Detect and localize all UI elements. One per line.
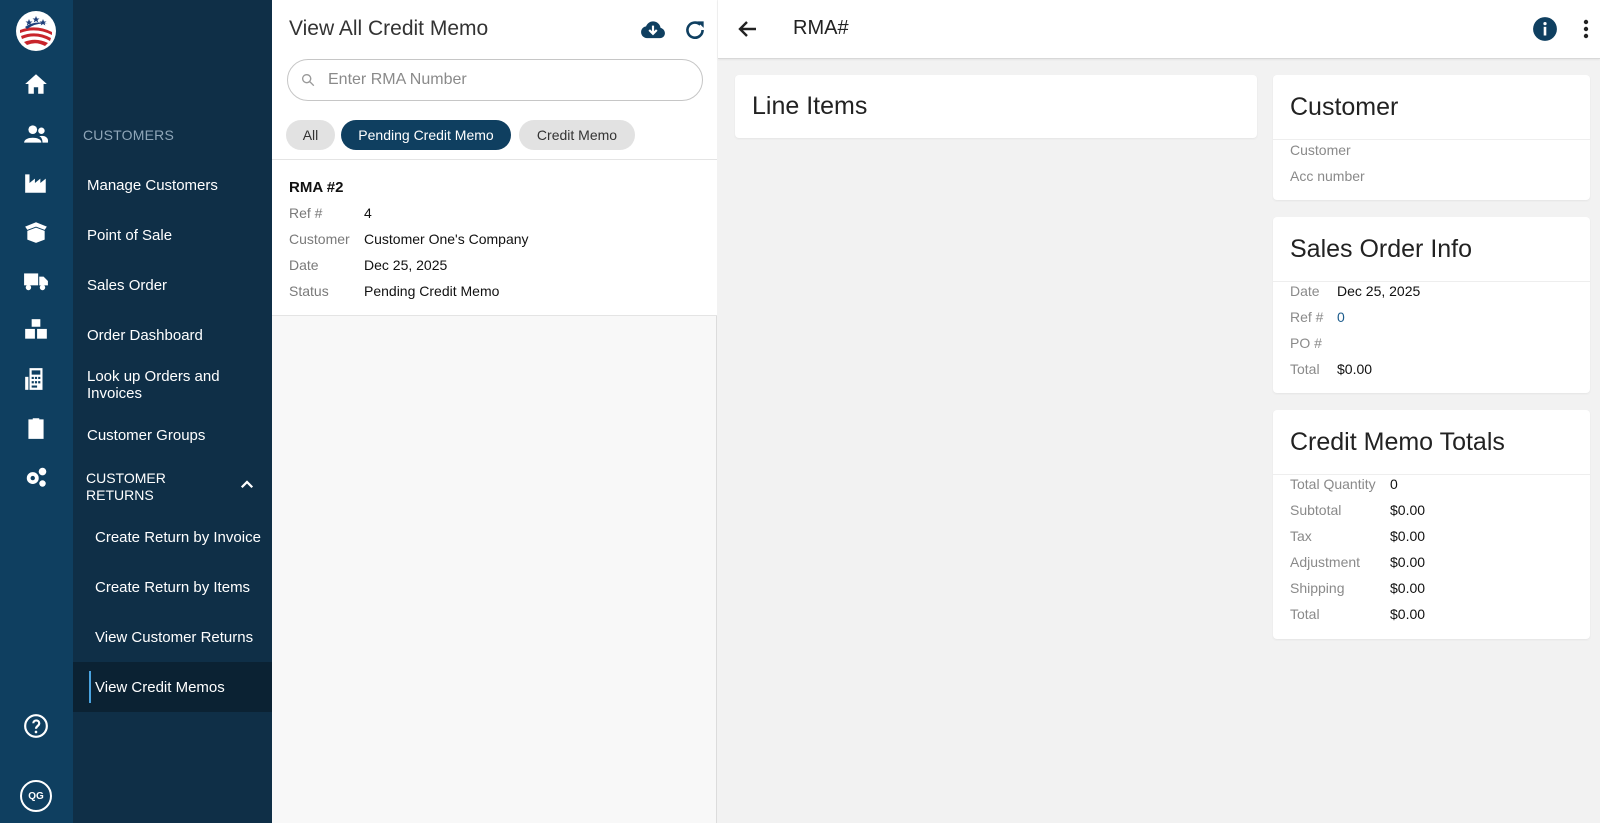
gears-icon[interactable] (20, 463, 52, 491)
field-value: Customer One's Company (364, 231, 529, 247)
divider (1273, 139, 1590, 140)
field-label: Customer (289, 231, 350, 247)
nav-group-label: CUSTOMER RETURNS (86, 470, 166, 503)
shipping-label: Shipping (1290, 580, 1345, 596)
nav-section-customers: CUSTOMERS (83, 127, 174, 143)
grand-total-label: Total (1290, 606, 1320, 622)
home-icon[interactable] (20, 70, 52, 98)
search-icon (301, 73, 315, 87)
subtotal-value: $0.00 (1390, 502, 1426, 518)
nav-item-point-of-sale[interactable]: Point of Sale (87, 227, 267, 244)
nav-item-lookup-orders[interactable]: Look up Orders and Invoices (87, 368, 237, 402)
nav-item-sales-order[interactable]: Sales Order (87, 277, 267, 294)
so-po-label: PO # (1290, 335, 1322, 351)
so-date-label: Date (1290, 283, 1320, 299)
so-ref-label: Ref # (1290, 309, 1324, 325)
divider (1273, 281, 1590, 282)
nav-item-view-customer-returns[interactable]: View Customer Returns (95, 629, 275, 646)
customer-name-label: Customer (1290, 142, 1351, 158)
open-box-icon[interactable] (20, 218, 52, 246)
filter-chip-all[interactable]: All (286, 120, 335, 150)
nav-item-order-dashboard[interactable]: Order Dashboard (87, 327, 267, 344)
sales-order-title: Sales Order Info (1290, 235, 1473, 263)
field-value: Pending Credit Memo (364, 283, 500, 299)
line-items-panel: Line Items (735, 75, 1257, 138)
totals-title: Credit Memo Totals (1290, 428, 1505, 456)
sidebar-nav: CUSTOMERS Manage Customers Point of Sale… (73, 0, 272, 823)
customer-title: Customer (1290, 93, 1399, 121)
credit-memo-list-item[interactable]: RMA #2 Ref # 4 Customer Customer One's C… (272, 160, 717, 316)
nav-item-create-return-invoice[interactable]: Create Return by Invoice (95, 529, 275, 546)
users-icon[interactable] (20, 120, 52, 148)
adjustment-value: $0.00 (1390, 554, 1426, 570)
nav-item-create-return-items[interactable]: Create Return by Items (95, 579, 275, 596)
tax-value: $0.00 (1390, 528, 1426, 544)
field-value: Dec 25, 2025 (364, 257, 448, 273)
detail-header: RMA# (718, 0, 1600, 59)
calculator-icon[interactable] (20, 365, 52, 393)
divider (1273, 474, 1590, 475)
boxes-icon[interactable] (20, 316, 52, 344)
field-label: Status (289, 283, 329, 299)
cloud-download-icon[interactable] (640, 17, 666, 43)
nav-group-customer-returns[interactable]: CUSTOMER RETURNS (73, 462, 272, 510)
field-value: 4 (364, 205, 372, 221)
search-rma-field[interactable] (287, 59, 703, 101)
shipping-value: $0.00 (1390, 580, 1426, 596)
avatar-initials: QG (28, 790, 44, 802)
icon-rail: QG (0, 0, 73, 823)
acc-number-label: Acc number (1290, 168, 1365, 184)
refresh-icon[interactable] (682, 17, 708, 43)
so-total-value: $0.00 (1337, 361, 1373, 377)
help-icon[interactable] (20, 712, 52, 740)
credit-memo-totals-panel: Credit Memo Totals Total Quantity 0 Subt… (1273, 410, 1590, 639)
line-items-title: Line Items (752, 92, 868, 120)
so-ref-link[interactable]: 0 (1337, 309, 1345, 325)
brand-logo-icon[interactable] (15, 10, 57, 52)
search-input[interactable] (328, 69, 688, 91)
nav-item-customer-groups[interactable]: Customer Groups (87, 427, 267, 444)
total-quantity-label: Total Quantity (1290, 476, 1376, 492)
user-avatar[interactable]: QG (20, 780, 52, 812)
detail-title: RMA# (793, 17, 849, 39)
credit-memo-list-panel: View All Credit Memo All Pending Credit … (272, 0, 717, 823)
clipboard-icon[interactable] (20, 414, 52, 442)
grand-total-value: $0.00 (1390, 606, 1426, 622)
customer-panel: Customer Customer Acc number (1273, 75, 1590, 200)
delivery-truck-icon[interactable] (20, 267, 52, 295)
tax-label: Tax (1290, 528, 1312, 544)
adjustment-label: Adjustment (1290, 554, 1361, 570)
subtotal-label: Subtotal (1290, 502, 1342, 518)
more-vert-icon[interactable] (1574, 17, 1598, 41)
total-quantity-value: 0 (1390, 476, 1398, 492)
list-title: View All Credit Memo (289, 17, 489, 40)
list-header: View All Credit Memo All Pending Credit … (272, 0, 717, 160)
info-icon[interactable] (1532, 16, 1558, 42)
so-date-value: Dec 25, 2025 (1337, 283, 1421, 299)
back-arrow-icon[interactable] (736, 17, 760, 41)
so-total-label: Total (1290, 361, 1320, 377)
filter-chip-credit-memo[interactable]: Credit Memo (519, 120, 635, 150)
nav-item-view-credit-memos[interactable]: View Credit Memos (95, 679, 275, 696)
filter-chip-pending-credit-memo[interactable]: Pending Credit Memo (341, 120, 511, 150)
nav-active-indicator (89, 671, 91, 703)
list-item-rma: RMA #2 (289, 179, 344, 196)
nav-item-manage-customers[interactable]: Manage Customers (87, 177, 267, 194)
sales-order-info-panel: Sales Order Info Date Dec 25, 2025 Ref #… (1273, 217, 1590, 393)
factory-icon[interactable] (20, 169, 52, 197)
field-label: Date (289, 257, 319, 273)
field-label: Ref # (289, 205, 323, 221)
chevron-up-icon (240, 480, 254, 489)
